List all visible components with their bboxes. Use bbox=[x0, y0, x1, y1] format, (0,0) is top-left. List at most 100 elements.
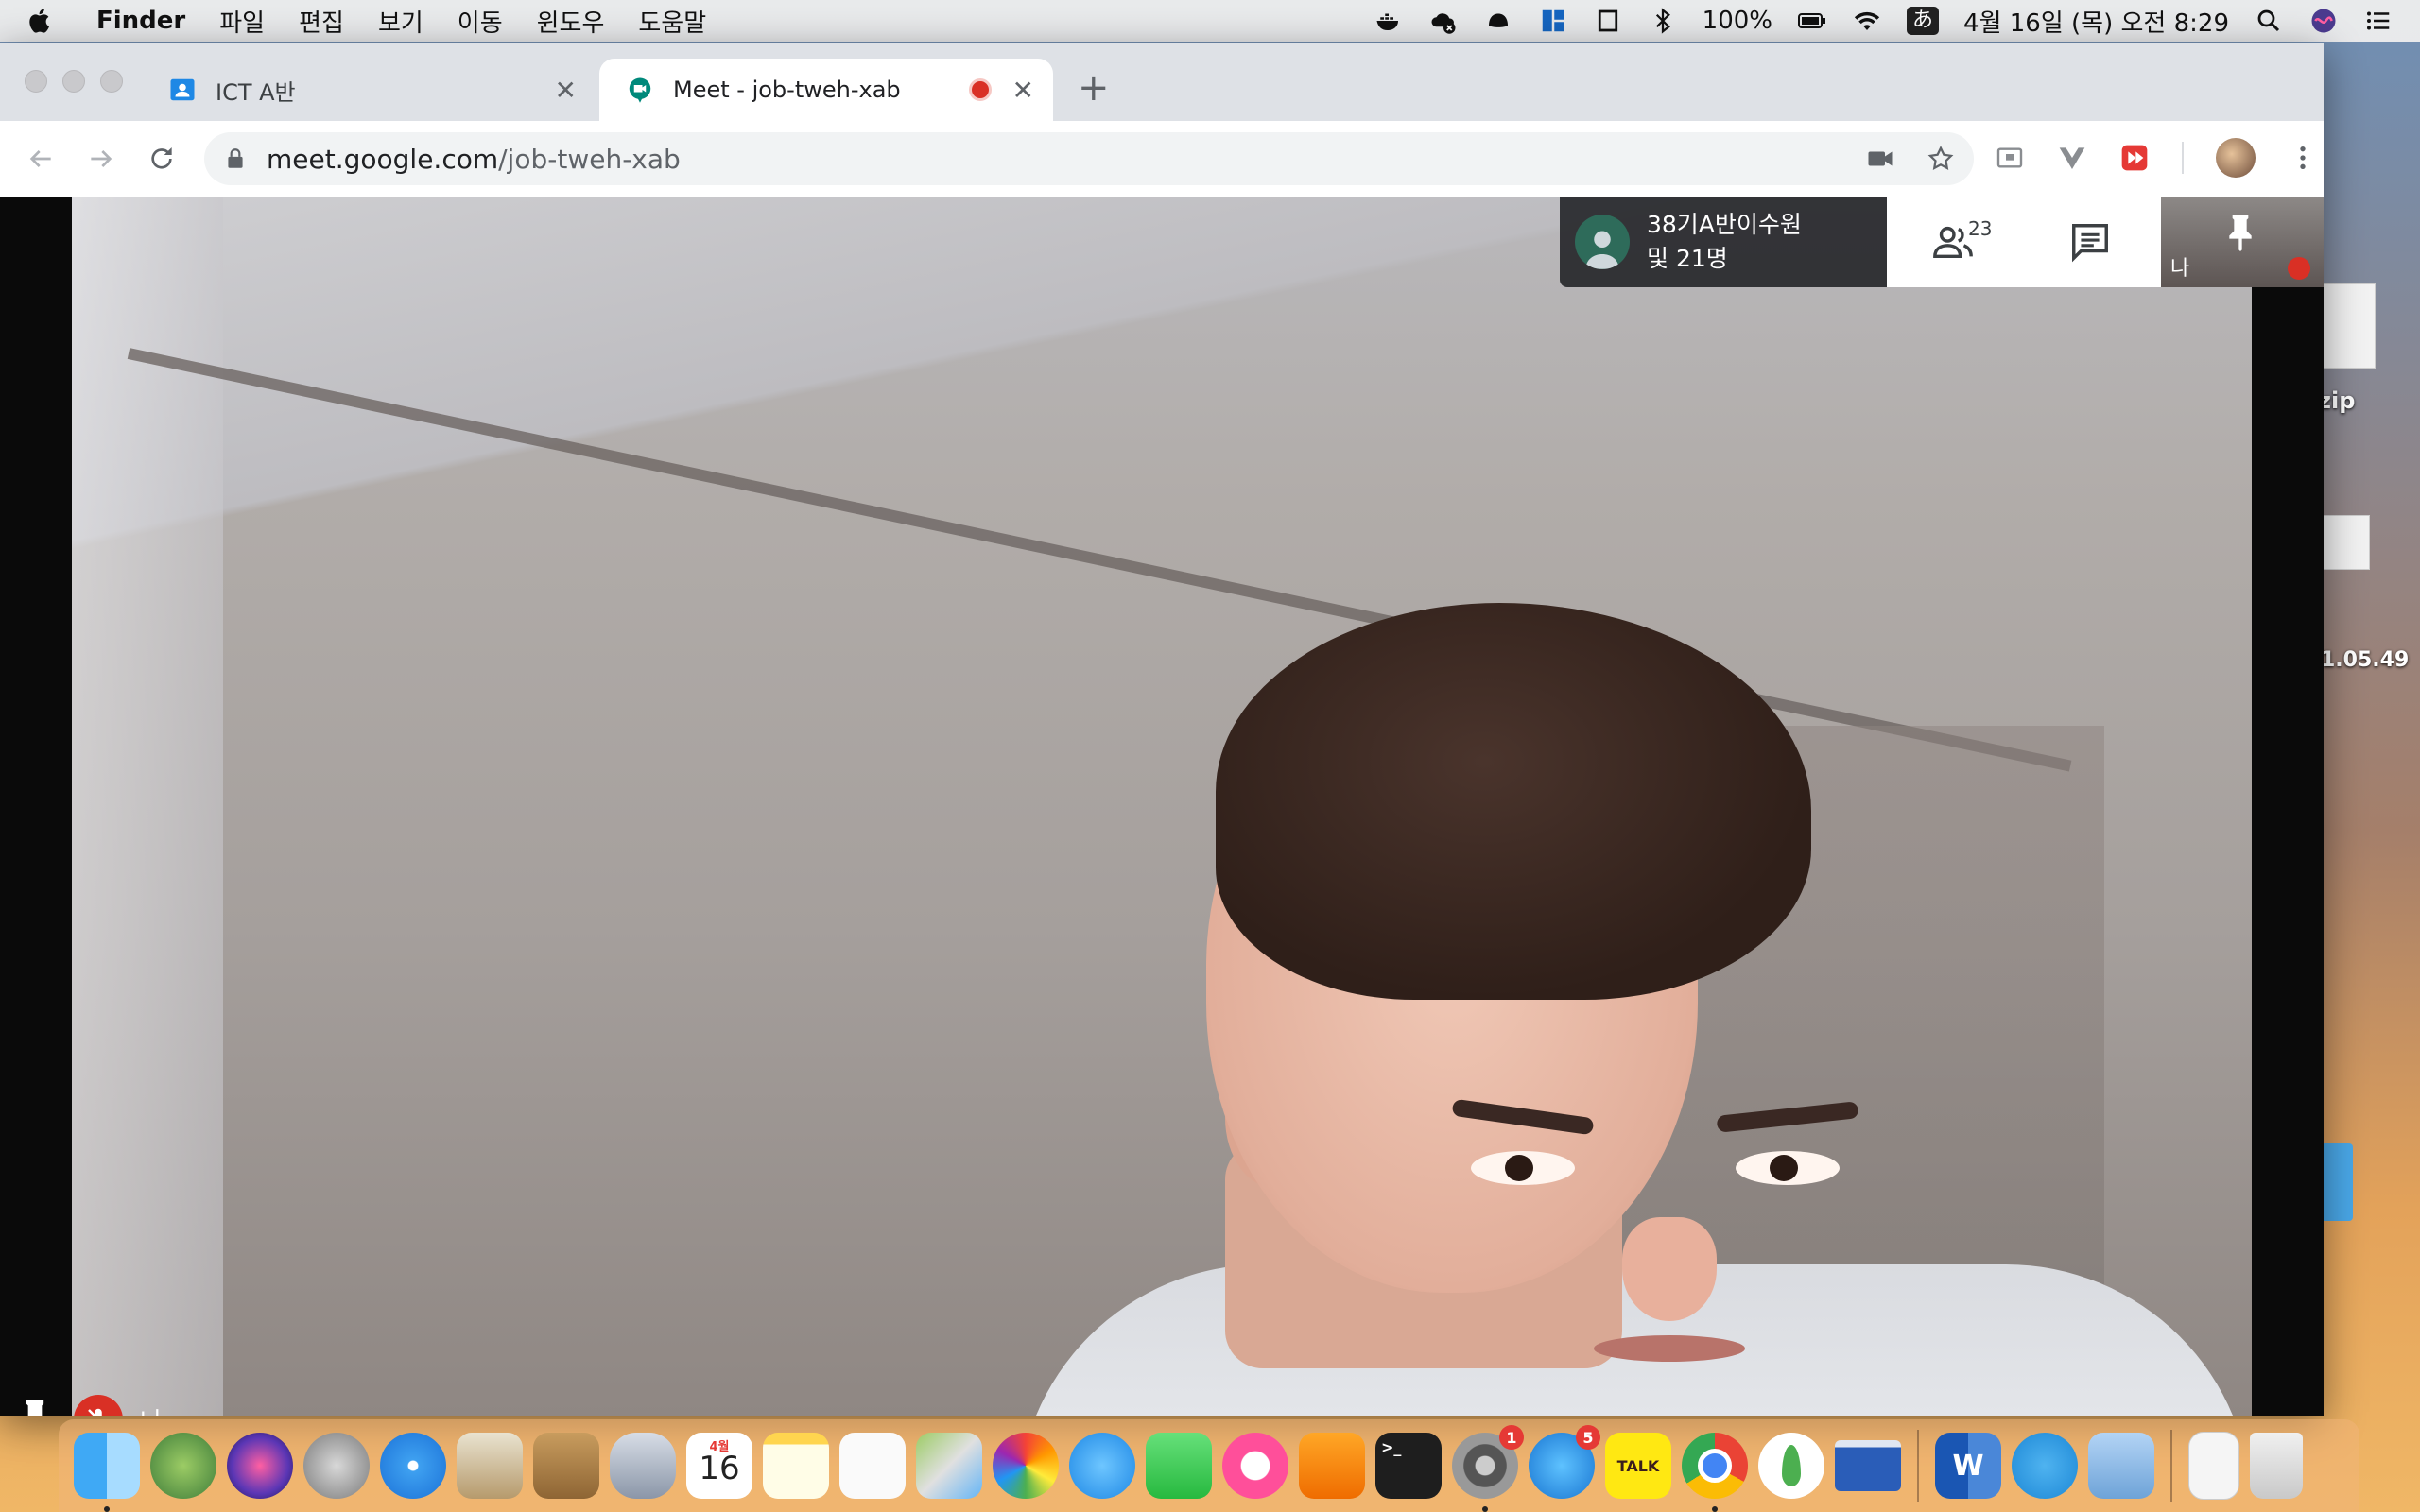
docker-icon[interactable] bbox=[2012, 1433, 2078, 1499]
battery-icon[interactable] bbox=[1797, 7, 1827, 35]
notification-center-icon[interactable] bbox=[2363, 7, 2394, 35]
launchpad-icon[interactable] bbox=[303, 1433, 370, 1499]
people-button[interactable]: 23 bbox=[1887, 197, 2019, 287]
kakaotalk-icon[interactable]: TALK bbox=[1605, 1433, 1671, 1499]
close-tab-icon[interactable]: ✕ bbox=[555, 75, 577, 106]
messages-icon[interactable] bbox=[1069, 1433, 1135, 1499]
self-view-thumbnail[interactable]: 나 bbox=[2161, 197, 2324, 287]
app-store-icon[interactable]: 5 bbox=[1529, 1425, 1600, 1499]
menu-edit[interactable]: 편집 bbox=[299, 4, 344, 39]
android-studio-icon[interactable] bbox=[150, 1433, 216, 1499]
siri-icon[interactable] bbox=[227, 1433, 293, 1499]
music-icon[interactable] bbox=[1222, 1433, 1288, 1499]
books-icon[interactable] bbox=[1299, 1433, 1365, 1499]
close-tab-icon[interactable]: ✕ bbox=[1012, 75, 1034, 106]
profile-avatar[interactable] bbox=[2216, 138, 2256, 178]
cast-extension-icon[interactable] bbox=[1995, 143, 2025, 173]
person-hair bbox=[1216, 603, 1811, 1000]
new-tab-button[interactable]: + bbox=[1078, 66, 1110, 110]
person-eye-left bbox=[1471, 1151, 1575, 1185]
notification-badge: 5 bbox=[1576, 1425, 1600, 1450]
main-video-feed[interactable] bbox=[72, 197, 2252, 1416]
system-preferences-icon[interactable]: 1 bbox=[1452, 1425, 1524, 1512]
chrome-window: ICT A반 ✕ Meet - job-tweh-xab ✕ + meet.go… bbox=[0, 43, 2324, 1416]
desktop-file-time-label[interactable]: 1.05.49 bbox=[2321, 648, 2409, 672]
chrome-icon[interactable] bbox=[1682, 1433, 1748, 1512]
tab-label: ICT A반 bbox=[216, 78, 296, 106]
reload-button[interactable] bbox=[142, 139, 182, 179]
calendar-icon[interactable]: 4월 16 bbox=[686, 1433, 752, 1499]
pin-icon[interactable] bbox=[2227, 214, 2254, 251]
spotlight-search-icon[interactable] bbox=[2254, 7, 2284, 35]
menu-view[interactable]: 보기 bbox=[378, 4, 424, 39]
bluetooth-icon[interactable] bbox=[1648, 7, 1678, 35]
address-bar[interactable]: meet.google.com/job-tweh-xab bbox=[204, 132, 1974, 185]
window-frame-icon[interactable] bbox=[1593, 7, 1623, 35]
safari-icon[interactable] bbox=[380, 1433, 446, 1499]
person-eye-right bbox=[1736, 1151, 1840, 1185]
contacts-icon[interactable] bbox=[533, 1433, 599, 1499]
facetime-icon[interactable] bbox=[1146, 1433, 1212, 1499]
desktop-folder[interactable] bbox=[2321, 1143, 2353, 1221]
window-icon[interactable] bbox=[1835, 1440, 1901, 1491]
url-path: /job-tweh-xab bbox=[498, 143, 681, 175]
siri-icon[interactable] bbox=[2308, 7, 2339, 35]
mongodb-icon[interactable] bbox=[1758, 1433, 1824, 1499]
tab-ict-a[interactable]: ICT A반 ✕ bbox=[142, 59, 596, 121]
minimize-window-button[interactable] bbox=[62, 70, 85, 93]
menu-go[interactable]: 이동 bbox=[458, 4, 503, 39]
hat-icon[interactable] bbox=[1483, 7, 1513, 35]
word-icon[interactable]: W bbox=[1935, 1433, 2001, 1499]
menubar-clock[interactable]: 4월 16일 (목) 오전 8:29 bbox=[1963, 4, 2229, 39]
speaker-name-label: 나 bbox=[140, 1402, 163, 1417]
desktop-screenshot-file[interactable] bbox=[2321, 515, 2370, 570]
menu-file[interactable]: 파일 bbox=[219, 4, 265, 39]
chat-button[interactable] bbox=[2019, 197, 2161, 287]
participant-name: 38기A반이수원 bbox=[1647, 211, 1802, 238]
chat-icon bbox=[2072, 224, 2108, 263]
photos-icon[interactable] bbox=[993, 1433, 1059, 1499]
person-mouth bbox=[1594, 1335, 1745, 1362]
terminal-icon[interactable]: >_ bbox=[1375, 1433, 1442, 1499]
meet-side-controls: 23 bbox=[1887, 197, 2161, 287]
close-window-button[interactable] bbox=[25, 70, 47, 93]
mail-icon[interactable] bbox=[457, 1433, 523, 1499]
finder-icon[interactable] bbox=[74, 1433, 140, 1512]
participants-chip[interactable]: 38기A반이수원 및 21명 bbox=[1560, 197, 1887, 287]
chrome-center bbox=[1698, 1449, 1732, 1483]
participant-others: 및 21명 bbox=[1647, 245, 1728, 272]
app-name[interactable]: Finder bbox=[96, 7, 185, 35]
forward-button[interactable] bbox=[81, 139, 121, 179]
apple-icon[interactable] bbox=[26, 6, 55, 36]
red-extension-icon[interactable] bbox=[2119, 143, 2150, 173]
maps-icon[interactable] bbox=[916, 1433, 982, 1499]
vue-devtools-icon[interactable] bbox=[2057, 143, 2087, 173]
bookmark-star-icon[interactable] bbox=[1927, 145, 1955, 173]
zoom-window-button[interactable] bbox=[100, 70, 123, 93]
docker-icon[interactable] bbox=[1374, 7, 1404, 35]
browser-toolbar: meet.google.com/job-tweh-xab bbox=[0, 121, 2324, 198]
menu-help[interactable]: 도움말 bbox=[638, 4, 706, 39]
pin-icon[interactable] bbox=[21, 1399, 49, 1416]
back-button[interactable] bbox=[21, 139, 60, 179]
cloud-sync-icon[interactable] bbox=[1428, 7, 1459, 35]
notes-icon[interactable] bbox=[763, 1433, 829, 1499]
reminders-icon[interactable] bbox=[839, 1433, 906, 1499]
database-icon[interactable] bbox=[610, 1433, 676, 1499]
layout-icon[interactable] bbox=[1538, 7, 1568, 35]
tab-meet[interactable]: Meet - job-tweh-xab ✕ bbox=[599, 59, 1053, 121]
input-method-indicator[interactable]: あ bbox=[1907, 7, 1940, 35]
battery-percent: 100% bbox=[1702, 7, 1773, 35]
preview-icon[interactable] bbox=[2088, 1433, 2154, 1499]
camera-permission-icon[interactable] bbox=[1866, 145, 1894, 173]
lock-icon[interactable] bbox=[223, 146, 248, 171]
toolbar-separator bbox=[2182, 142, 2184, 174]
desktop-file[interactable] bbox=[2321, 284, 2376, 369]
menu-window[interactable]: 윈도우 bbox=[537, 4, 605, 39]
document-icon[interactable] bbox=[2188, 1432, 2239, 1500]
more-menu-icon[interactable] bbox=[2288, 143, 2318, 173]
reload-icon bbox=[151, 147, 172, 169]
google-classroom-icon bbox=[170, 78, 195, 101]
wifi-icon[interactable] bbox=[1852, 7, 1882, 35]
trash-icon[interactable] bbox=[2250, 1433, 2303, 1499]
